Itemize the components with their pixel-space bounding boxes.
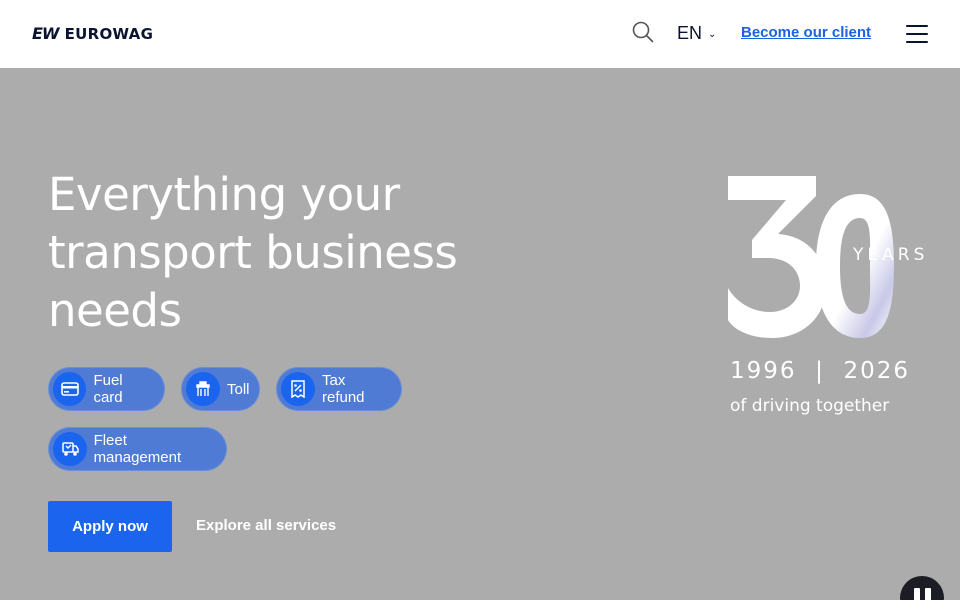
search-icon xyxy=(632,21,654,43)
pause-icon-bar xyxy=(913,588,920,600)
service-chip-tax-refund[interactable]: Tax refund xyxy=(276,367,402,411)
chevron-down-icon: ⌄ xyxy=(708,29,717,40)
fuel-card-icon xyxy=(53,372,87,406)
search-button[interactable] xyxy=(630,20,656,46)
hamburger-menu-button[interactable] xyxy=(906,25,928,43)
explore-services-link[interactable]: Explore all services xyxy=(196,517,336,534)
anniversary-tagline: of driving together xyxy=(730,396,890,416)
menu-icon-bar xyxy=(906,33,928,35)
menu-icon-bar xyxy=(906,25,928,27)
service-chip-label: Toll xyxy=(227,380,250,398)
anniversary-digit-zero xyxy=(816,194,894,338)
site-header: EW EUROWAG EN ⌄ Become our client xyxy=(0,0,960,68)
become-client-link[interactable]: Become our client xyxy=(741,24,871,41)
logo-text: EUROWAG xyxy=(64,24,154,43)
apply-now-button[interactable]: Apply now xyxy=(48,501,172,552)
anniversary-30-logo xyxy=(728,176,894,338)
language-selector[interactable]: EN ⌄ xyxy=(677,23,716,44)
pause-icon-bar xyxy=(924,588,931,600)
anniversary-dates: 1996 | 2026 xyxy=(730,358,911,384)
fleet-management-icon xyxy=(53,432,87,466)
service-chip-fleet-management[interactable]: Fleet management xyxy=(48,427,227,471)
service-chip-toll[interactable]: Toll xyxy=(181,367,260,411)
service-chip-label: Fleet management xyxy=(93,432,182,466)
toll-gate-icon xyxy=(186,372,220,406)
anniversary-digit-three xyxy=(728,176,826,338)
language-label: EN xyxy=(677,23,703,43)
anniversary-years-label: YEARS xyxy=(853,245,929,265)
logo-mark: EW xyxy=(32,24,60,43)
service-chip-label: Fuel card xyxy=(93,372,123,406)
tax-refund-icon xyxy=(281,372,315,406)
service-chip-label: Tax refund xyxy=(321,372,365,406)
pause-button[interactable] xyxy=(900,576,944,600)
hero-title: Everything your transport business needs xyxy=(48,168,458,337)
eurowag-logo[interactable]: EW EUROWAG xyxy=(32,24,153,43)
menu-icon-bar xyxy=(906,41,928,43)
service-chip-fuel-card[interactable]: Fuel card xyxy=(48,367,165,411)
